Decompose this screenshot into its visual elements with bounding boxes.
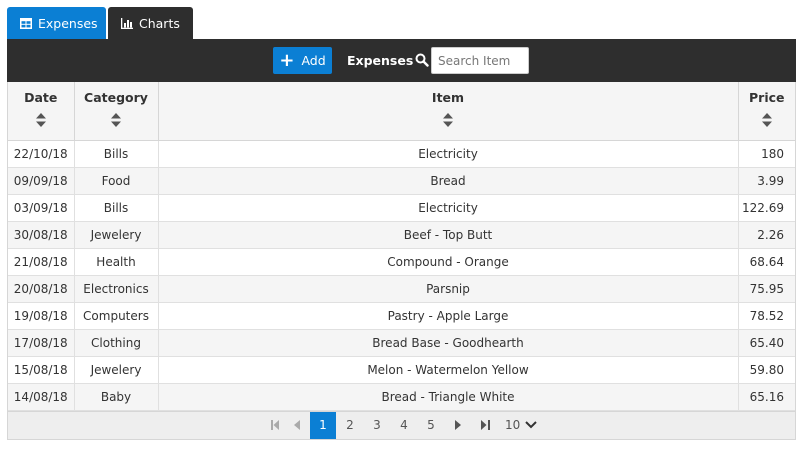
table-icon [20,17,32,29]
toolbar-title: Expenses [347,53,414,68]
expenses-grid: Date Category Item Price 22/10/18 Bills El… [7,82,796,440]
cell-item: Bread Base - Goodhearth [158,329,739,357]
cell-item: Parsnip [158,275,739,303]
cell-date: 22/10/18 [8,140,75,168]
cell-price: 68.64 [738,248,795,276]
tab-expenses[interactable]: Expenses [7,7,106,39]
cell-category: Bills [74,194,159,222]
cell-price: 2.26 [738,221,795,249]
expenses-table: Date Category Item Price 22/10/18 Bills El… [8,82,795,411]
sort-icon[interactable] [35,113,46,127]
next-page-icon [455,420,461,430]
cell-date: 09/09/18 [8,167,75,195]
cell-price: 75.95 [738,275,795,303]
cell-price: 65.40 [738,329,795,357]
first-page-icon [270,420,279,430]
table-row[interactable]: 20/08/18 Electronics Parsnip 75.95 [8,275,795,303]
column-header-item[interactable]: Item [158,82,739,141]
tab-charts[interactable]: Charts [108,7,193,39]
table-row[interactable]: 03/09/18 Bills Electricity 122.69 [8,194,795,222]
toolbar: + Add Expenses [7,39,796,82]
cell-category: Health [74,248,159,276]
column-header-label: Category [84,90,148,105]
cell-price: 78.52 [738,302,795,330]
prev-page-button[interactable] [284,412,310,439]
cell-item: Melon - Watermelon Yellow [158,356,739,384]
table-row[interactable]: 14/08/18 Baby Bread - Triangle White 65.16 [8,383,795,411]
cell-category: Bills [74,140,159,168]
cell-price: 180 [738,140,795,168]
cell-category: Computers [74,302,159,330]
cell-date: 03/09/18 [8,194,75,222]
sort-icon[interactable] [761,113,772,127]
column-header-category[interactable]: Category [74,82,159,141]
cell-price: 3.99 [738,167,795,195]
last-page-icon [480,420,490,430]
cell-category: Electronics [74,275,159,303]
page-button-4[interactable]: 4 [391,412,417,439]
column-header-date[interactable]: Date [8,82,75,141]
cell-date: 30/08/18 [8,221,75,249]
cell-item: Pastry - Apple Large [158,302,739,330]
sort-icon[interactable] [111,113,121,127]
page-size-select[interactable]: 10 [505,412,537,439]
page-button-3[interactable]: 3 [364,412,390,439]
column-header-label: Item [431,90,465,105]
column-header-label: Date [24,90,58,105]
header-row: Date Category Item Price [8,82,795,141]
cell-price: 122.69 [738,194,795,222]
add-button-label: Add [301,53,326,68]
cell-price: 59.80 [738,356,795,384]
cell-category: Clothing [74,329,159,357]
page-button-2[interactable]: 2 [337,412,363,439]
plus-icon: + [279,49,295,71]
column-header-label: Price [749,90,785,105]
cell-price: 65.16 [738,383,795,411]
cell-item: Beef - Top Butt [158,221,739,249]
table-row[interactable]: 30/08/18 Jewelery Beef - Top Butt 2.26 [8,221,795,249]
cell-category: Baby [74,383,159,411]
cell-date: 15/08/18 [8,356,75,384]
tab-expenses-label: Expenses [38,15,98,31]
table-row[interactable]: 09/09/18 Food Bread 3.99 [8,167,795,195]
page-button-1[interactable]: 1 [310,411,336,439]
search-input[interactable] [431,47,529,74]
column-header-price[interactable]: Price [738,82,795,141]
table-row[interactable]: 17/08/18 Clothing Bread Base - Goodhearth 6… [8,329,795,357]
cell-item: Electricity [158,140,739,168]
table-row[interactable]: 15/08/18 Jewelery Melon - Watermelon Yello… [8,356,795,384]
cell-date: 19/08/18 [8,302,75,330]
tab-charts-label: Charts [139,15,180,31]
cell-category: Food [74,167,159,195]
cell-item: Bread - Triangle White [158,383,739,411]
cell-category: Jewelery [74,221,159,249]
cell-date: 20/08/18 [8,275,75,303]
cell-item: Bread [158,167,739,195]
last-page-button[interactable] [472,412,498,439]
cell-item: Electricity [158,194,739,222]
table-row[interactable]: 21/08/18 Health Compound - Orange 68.64 [8,248,795,276]
table-row[interactable]: 22/10/18 Bills Electricity 180 [8,140,795,168]
cell-date: 21/08/18 [8,248,75,276]
pagination: 1 2 3 4 5 10 [8,410,795,439]
cell-date: 14/08/18 [8,383,75,411]
page-button-5[interactable]: 5 [418,412,444,439]
prev-page-icon [294,420,300,430]
tab-bar: Expenses Charts [7,7,193,39]
bar-chart-icon [121,17,133,29]
sort-icon[interactable] [443,113,453,127]
table-row[interactable]: 19/08/18 Computers Pastry - Apple Large 78.… [8,302,795,330]
next-page-button[interactable] [445,412,471,439]
search-icon [415,53,429,67]
chevron-down-icon [525,421,537,429]
add-button[interactable]: + Add [273,47,332,74]
cell-date: 17/08/18 [8,329,75,357]
cell-item: Compound - Orange [158,248,739,276]
page-size-value: 10 [505,418,521,432]
cell-category: Jewelery [74,356,159,384]
